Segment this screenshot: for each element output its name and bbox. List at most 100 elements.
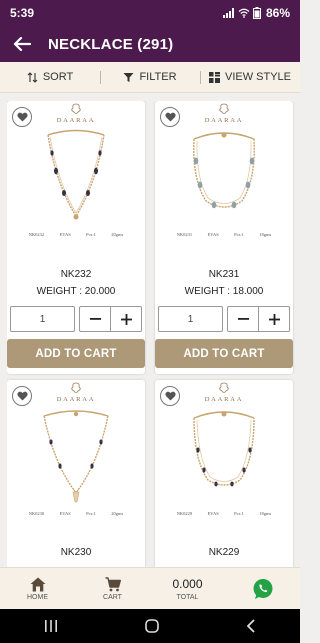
product-weight: WEIGHT : 18.000 [184, 286, 264, 297]
product-image [47, 129, 105, 220]
product-gms: 18gms [259, 511, 272, 516]
product-name: NK232 [60, 269, 92, 280]
nav-cart[interactable]: CART [75, 576, 150, 601]
nav-home[interactable]: HOME [0, 577, 75, 601]
product-card[interactable]: DAARAA NK0229 EVAS Pcs:1 18gms NK229 [155, 380, 293, 567]
product-gms: 20gms [111, 511, 124, 516]
quantity-stepper [79, 306, 142, 332]
battery-percent: 86% [265, 6, 290, 20]
page-title: NECKLACE (291) [48, 35, 174, 53]
quantity-row [10, 306, 142, 332]
wifi-icon [238, 8, 250, 18]
back-arrow-icon[interactable] [12, 34, 32, 54]
pendant [221, 132, 227, 138]
product-gms: 20gms [111, 232, 124, 237]
product-pcs: Pcs:1 [86, 511, 96, 516]
system-nav-bar [0, 609, 300, 643]
product-pcs: Pcs:1 [234, 232, 244, 237]
sort-label: SORT [42, 71, 74, 83]
brand-mark-icon [71, 103, 81, 114]
filter-icon [123, 72, 134, 82]
product-meta: NK0229 EVAS Pcs:1 18gms [155, 511, 293, 516]
add-to-cart-button[interactable]: ADD TO CART [7, 339, 145, 368]
view-style-button[interactable]: VIEW STYLE [200, 62, 300, 92]
product-pcs: Pcs:1 [86, 232, 96, 237]
favorite-button[interactable] [160, 386, 180, 406]
app-bar: NECKLACE (291) [0, 26, 300, 62]
cart-icon [105, 576, 121, 591]
product-collection: EVAS [59, 511, 71, 516]
toolbar: SORT FILTER VIEW STYLE [0, 62, 300, 93]
product-pcs: Pcs:1 [234, 511, 244, 516]
filter-label: FILTER [139, 71, 177, 83]
whatsapp-icon [253, 578, 272, 599]
status-bar: 5:39 86% [0, 0, 300, 26]
heart-icon [16, 112, 28, 122]
whatsapp-button[interactable] [225, 578, 300, 600]
heart-icon [16, 391, 28, 401]
minus-icon [237, 318, 249, 320]
view-style-icon [208, 71, 220, 83]
status-time: 5:39 [10, 6, 35, 20]
home-circle-icon[interactable] [145, 619, 159, 633]
sort-icon [27, 71, 38, 83]
decrement-button[interactable] [80, 307, 110, 331]
brand-mark-icon [219, 382, 229, 393]
battery-icon [252, 7, 261, 19]
product-name: NK230 [60, 547, 92, 558]
quantity-input[interactable] [158, 306, 223, 332]
total-value: 0.000 [172, 576, 203, 591]
plus-icon [120, 313, 132, 325]
cart-total: 0.000 TOTAL [150, 577, 225, 601]
back-nav-icon[interactable] [246, 619, 256, 633]
product-collection: EVAS [207, 511, 219, 516]
product-code: NK0231 [176, 232, 193, 237]
product-card[interactable]: DAARAA NK0231 EVAS Pcs:1 18gms NK231 WEI… [155, 101, 293, 374]
signal-icon [222, 8, 234, 18]
quantity-input[interactable] [10, 306, 75, 332]
product-gms: 18gms [259, 232, 272, 237]
bottom-nav: HOME CART 0.000 TOTAL [0, 567, 300, 609]
brand-mark-icon [219, 103, 229, 114]
sort-button[interactable]: SORT [0, 62, 100, 92]
product-image [193, 132, 255, 209]
total-label: TOTAL [176, 593, 199, 601]
product-meta: NK0230 EVAS Pcs:1 20gms [7, 511, 145, 516]
home-icon [30, 577, 45, 591]
product-meta: NK0232 EVAS Pcs:1 20gms [7, 232, 145, 237]
product-meta: NK0231 EVAS Pcs:1 18gms [155, 232, 293, 237]
plus-icon [268, 313, 280, 325]
increment-button[interactable] [258, 307, 289, 331]
product-collection: EVAS [59, 232, 71, 237]
product-image [193, 411, 255, 487]
heart-icon [164, 391, 176, 401]
product-card[interactable]: DAARAA NK0230 EVAS Pcs:1 20gms NK230 [7, 380, 145, 567]
favorite-button[interactable] [160, 107, 180, 127]
heart-icon [164, 112, 176, 122]
pendant [73, 214, 79, 220]
product-name: NK229 [208, 547, 240, 558]
product-name: NK231 [208, 269, 240, 280]
product-code: NK0229 [176, 511, 193, 516]
recent-apps-icon[interactable] [44, 620, 58, 632]
favorite-button[interactable] [12, 107, 32, 127]
quantity-stepper [227, 306, 290, 332]
nav-cart-label: CART [103, 593, 122, 601]
quantity-row [158, 306, 290, 332]
product-weight: WEIGHT : 20.000 [36, 286, 116, 297]
product-card[interactable]: DAARAA NK0232 EVAS Pcs:1 20gms NK232 WEI… [7, 101, 145, 374]
favorite-button[interactable] [12, 386, 32, 406]
minus-icon [89, 318, 101, 320]
filter-button[interactable]: FILTER [100, 62, 200, 92]
increment-button[interactable] [110, 307, 141, 331]
product-collection: EVAS [207, 232, 219, 237]
product-code: NK0230 [28, 511, 45, 516]
pendant [72, 491, 80, 503]
product-image [43, 410, 109, 503]
add-to-cart-button[interactable]: ADD TO CART [155, 339, 293, 368]
view-style-label: VIEW STYLE [224, 71, 292, 83]
pendant [221, 411, 227, 417]
nav-home-label: HOME [27, 593, 48, 601]
product-code: NK0232 [28, 232, 45, 237]
decrement-button[interactable] [228, 307, 258, 331]
